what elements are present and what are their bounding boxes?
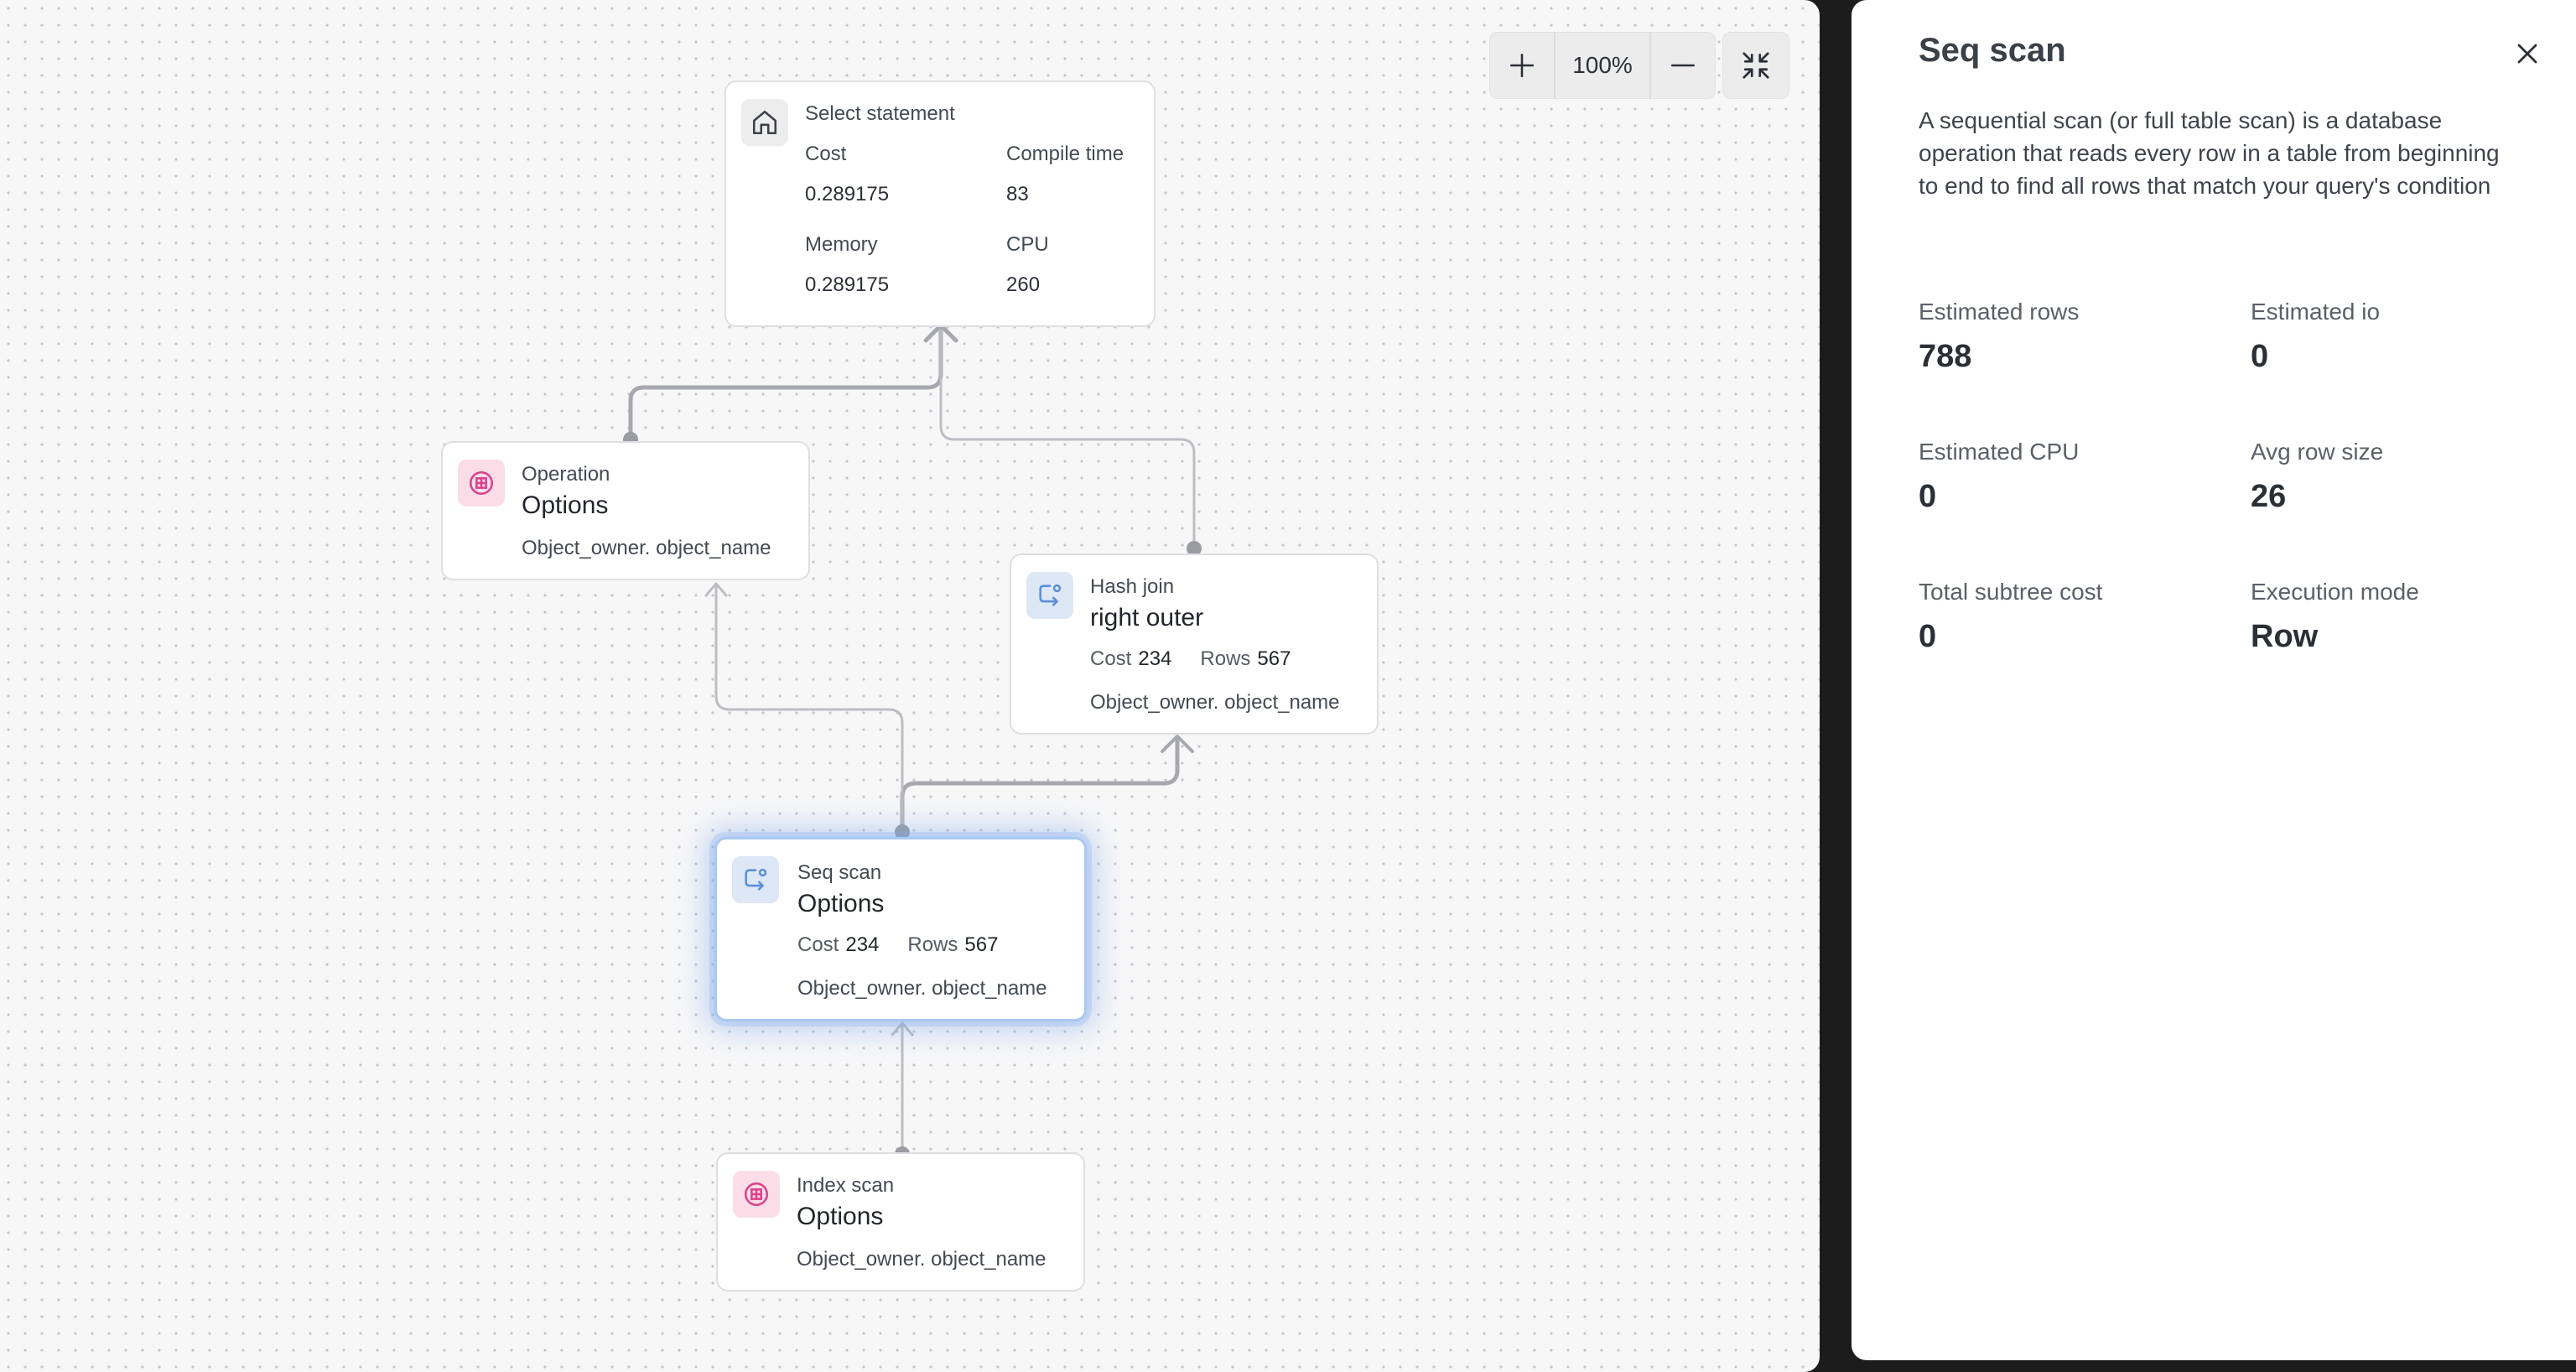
node-operation[interactable]: Operation Options Object_owner. object_n… [441,441,810,580]
metric-value: Row [2251,619,2319,654]
close-icon [2517,44,2537,64]
fit-view-button[interactable] [1722,32,1789,99]
collapse-icon [1742,52,1769,79]
rows-value: 567 [964,933,999,956]
metric-label: Estimated io [2251,299,2381,325]
scan-icon [732,856,779,903]
cost-label: Cost [797,933,839,956]
node-label: Seq scan [797,861,882,884]
memory-label: Memory [805,233,878,256]
node-hash-join[interactable]: Hash join right outer Cost 234 Rows 567 Obj… [1010,553,1379,735]
node-label: Index scan [797,1174,895,1197]
node-index-scan[interactable]: Index scan Options Object_owner. object_… [716,1152,1085,1291]
cost-label: Cost [1090,647,1132,670]
metric-label: Estimated CPU [1919,439,2080,465]
edge-hashjoin-select [939,327,1196,548]
cost-value: 234 [845,933,880,956]
table-icon [733,1171,780,1218]
metric-estimated-rows: Estimated rows 788 [1919,299,2079,375]
node-label: Hash join [1090,575,1175,598]
rows-label: Rows [907,933,958,956]
metric-execution-mode: Execution mode Row [2251,579,2419,655]
compile-time-value: 83 [1006,183,1029,205]
metric-value: 788 [1919,339,1972,374]
node-title: Select statement [805,102,955,125]
metric-estimated-io: Estimated io 0 [2251,299,2380,375]
metric-value: 26 [2251,479,2287,514]
memory-value: 0.289175 [805,273,890,296]
cpu-value: 260 [1006,273,1041,296]
node-title: Options [797,1203,884,1230]
cost-value: 234 [1138,647,1172,670]
panel-description: A sequential scan (or full table scan) i… [1919,107,2500,199]
metric-label: Avg row size [2251,439,2384,465]
object-name: Object_owner. object_name [1090,691,1340,714]
plus-icon [1509,53,1535,78]
metric-label: Total subtree cost [1919,579,2103,605]
edge-operation-select [628,326,943,442]
cost-label: Cost [805,143,847,165]
node-stats: Cost 234 Rows 567 [1090,647,1319,671]
metric-label: Estimated rows [1919,299,2080,325]
metric-estimated-cpu: Estimated CPU 0 [1919,439,2079,515]
minus-icon [1670,64,1696,67]
rows-value: 567 [1257,647,1291,670]
details-panel: Seq scan A sequential scan (or full tabl… [1852,0,2576,1360]
metric-avg-row-size: Avg row size 26 [2251,439,2383,515]
node-select-statement[interactable]: Select statement Cost Compile time 0.289… [724,81,1156,327]
object-name: Object_owner. object_name [797,977,1047,1000]
zoom-out-button[interactable] [1651,33,1715,98]
table-icon [458,460,505,507]
metric-total-subtree-cost: Total subtree cost 0 [1919,579,2102,655]
object-name: Object_owner. object_name [797,1248,1046,1271]
close-button[interactable] [2509,35,2546,72]
rows-label: Rows [1200,647,1251,670]
metric-value: 0 [1919,479,1937,514]
node-title: Options [797,890,885,917]
cost-value: 0.289175 [805,183,890,205]
object-name: Object_owner. object_name [522,537,771,559]
node-title: Options [522,491,609,519]
node-seq-scan[interactable]: Seq scan Options Cost 234 Rows 567 Object_o… [714,837,1087,1021]
node-stats: Cost 234 Rows 567 [797,933,1026,957]
compile-time-label: Compile time [1006,143,1124,165]
home-icon [741,99,788,146]
metric-value: 0 [1919,619,1937,654]
node-label: Operation [522,463,610,486]
panel-title: Seq scan [1919,32,2066,69]
zoom-level: 100% [1572,52,1633,78]
plan-canvas[interactable]: Select statement Cost Compile time 0.289… [0,0,1820,1372]
node-title: right outer [1090,604,1204,631]
zoom-in-button[interactable] [1490,33,1554,98]
metric-label: Execution mode [2251,579,2419,605]
edge-seqscan-operation [714,584,904,834]
edge-seqscan-hashjoin [900,735,1180,834]
scan-icon [1026,572,1073,619]
metric-value: 0 [2251,339,2269,374]
zoom-toolbar: 100% [1489,32,1716,99]
cpu-label: CPU [1006,233,1049,256]
